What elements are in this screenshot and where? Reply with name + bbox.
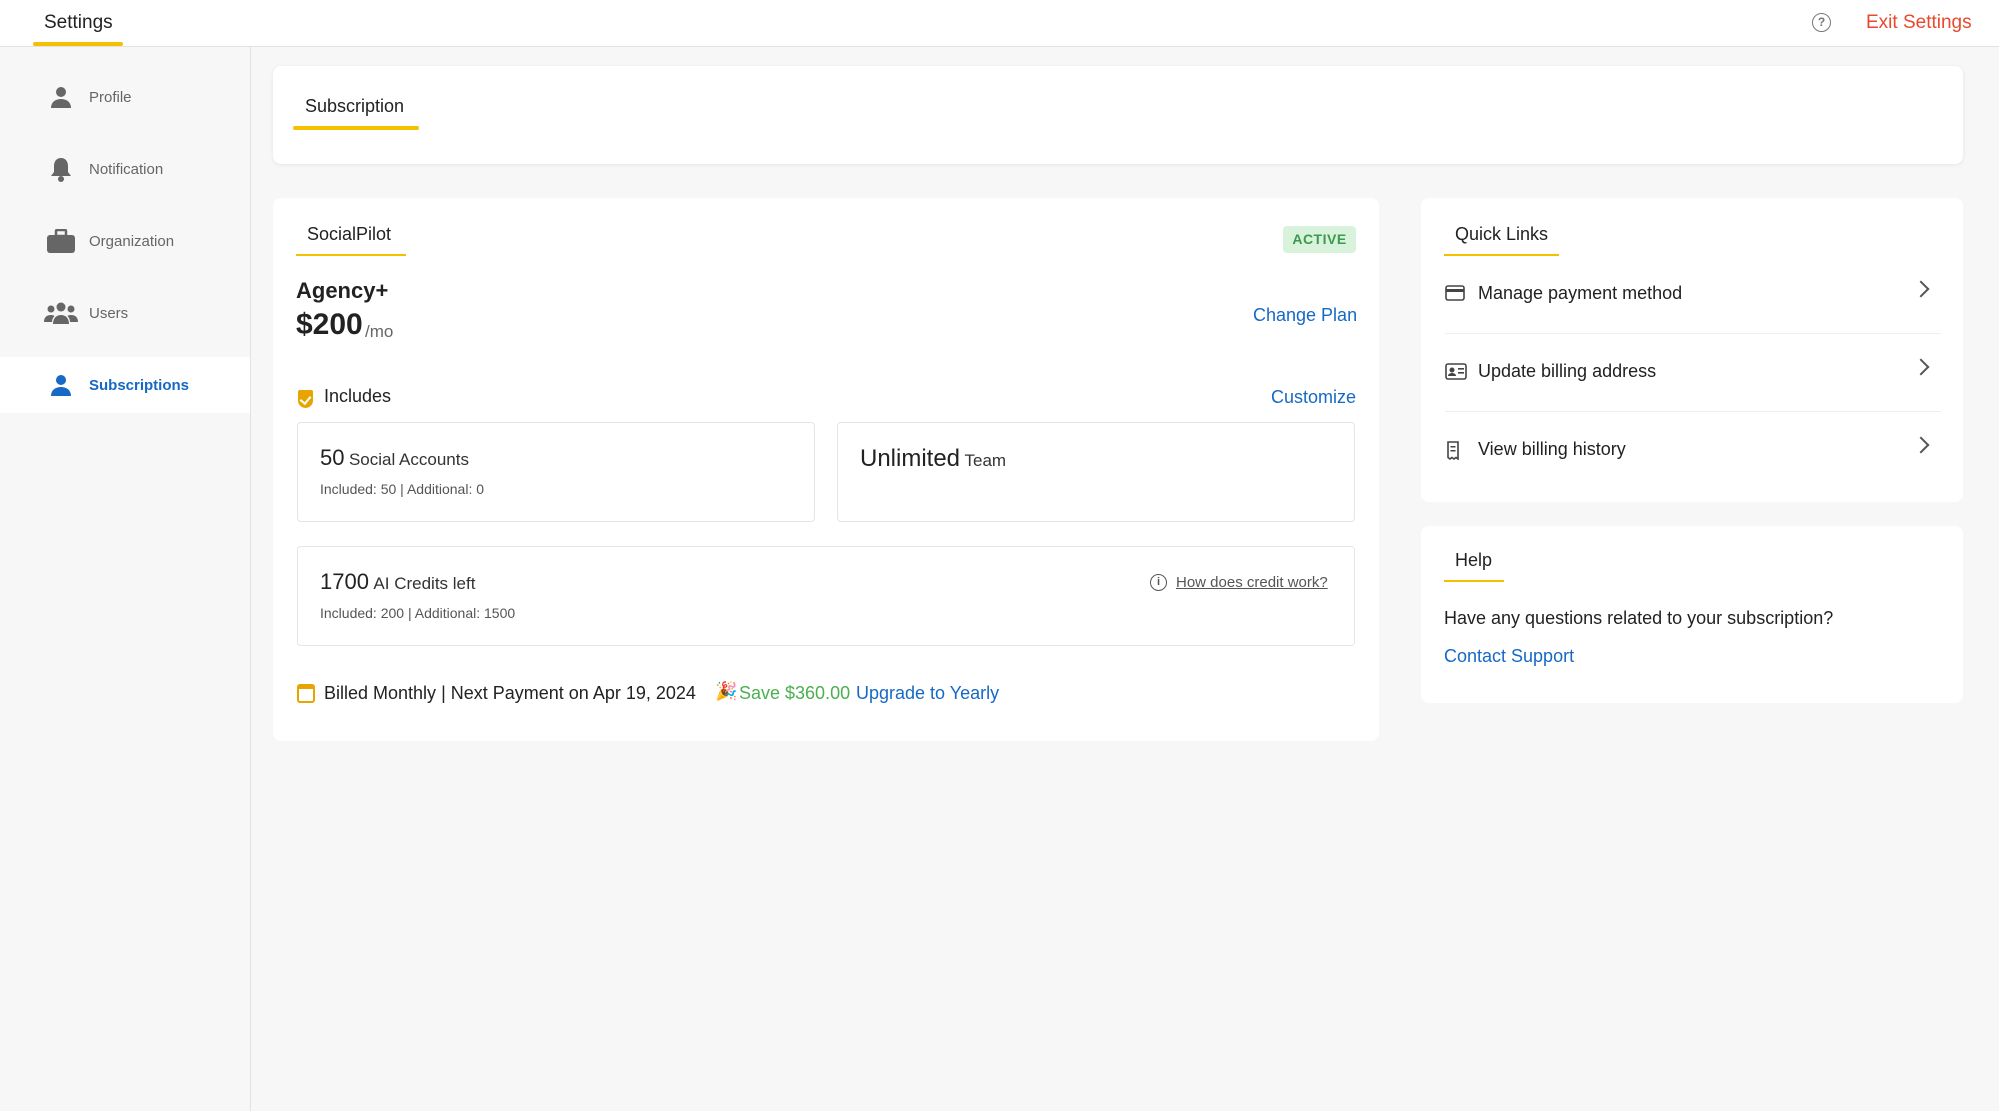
update-billing-address-link[interactable]: Update billing address — [1445, 334, 1941, 412]
tab-subscription[interactable]: Subscription — [305, 96, 404, 117]
calendar-icon — [297, 684, 315, 703]
sidebar: Profile Notification Organization Users … — [0, 47, 251, 1111]
bell-icon — [44, 154, 78, 184]
top-bar: Settings ? Exit Settings — [0, 0, 1999, 47]
quick-links-card: Quick Links Manage payment method Update… — [1421, 198, 1963, 502]
address-card-icon — [1445, 363, 1467, 381]
plan-provider-underline — [296, 254, 406, 256]
sidebar-item-subscriptions[interactable]: Subscriptions — [0, 357, 250, 413]
credit-help-link[interactable]: How does credit work? — [1176, 574, 1328, 591]
chevron-right-icon — [1912, 280, 1930, 298]
team-count: Unlimited — [860, 445, 961, 472]
sidebar-item-label: Notification — [89, 160, 164, 178]
sidebar-item-label: Organization — [89, 232, 175, 250]
team-box: Unlimited Team — [837, 422, 1355, 522]
briefcase-icon — [44, 226, 78, 256]
sidebar-item-label: Subscriptions — [89, 376, 190, 394]
team-label: Team — [964, 451, 1007, 470]
question-circle-icon[interactable]: ? — [1812, 13, 1831, 32]
manage-payment-link[interactable]: Manage payment method — [1445, 256, 1941, 334]
ai-credits-label: AI Credits left — [373, 574, 476, 593]
plan-provider: SocialPilot — [307, 224, 392, 244]
sidebar-item-profile[interactable]: Profile — [0, 69, 250, 125]
social-accounts-label: Social Accounts — [348, 450, 469, 469]
sidebar-item-label: Users — [89, 304, 129, 322]
billing-info: Billed Monthly | Next Payment on Apr 19,… — [324, 683, 696, 703]
plan-price: $200 — [296, 308, 363, 341]
party-popper-icon: 🎉 — [715, 681, 738, 701]
person-icon — [44, 82, 78, 112]
includes-label: Includes — [324, 386, 392, 406]
settings-title[interactable]: Settings — [44, 12, 113, 34]
ai-credits-count: 1700 — [320, 569, 369, 594]
social-accounts-count: 50 — [320, 445, 345, 470]
chevron-right-icon — [1912, 436, 1930, 454]
help-card: Help Have any questions related to your … — [1421, 526, 1963, 703]
settings-title-underline — [33, 42, 123, 46]
sidebar-item-users[interactable]: Users — [0, 285, 250, 341]
social-accounts-breakdown: Included: 50 | Additional: 0 — [320, 481, 485, 497]
person-icon — [44, 370, 78, 400]
help-question: Have any questions related to your subsc… — [1444, 608, 1834, 628]
help-title: Help — [1455, 550, 1493, 570]
tab-underline — [293, 126, 419, 130]
change-plan-link[interactable]: Change Plan — [1253, 305, 1357, 326]
sidebar-item-notification[interactable]: Notification — [0, 141, 250, 197]
plan-name: Agency+ — [296, 278, 389, 303]
ai-credits-box: 1700 AI Credits left Included: 200 | Add… — [297, 546, 1355, 646]
upgrade-yearly-link[interactable]: Upgrade to Yearly — [856, 683, 999, 704]
sidebar-item-label: Profile — [89, 88, 132, 106]
contact-support-link[interactable]: Contact Support — [1444, 646, 1574, 667]
users-icon — [44, 298, 78, 328]
ai-credits-breakdown: Included: 200 | Additional: 1500 — [320, 605, 516, 621]
credit-card-icon — [1445, 285, 1465, 303]
sidebar-item-organization[interactable]: Organization — [0, 213, 250, 269]
exit-settings-link[interactable]: Exit Settings — [1866, 12, 1972, 34]
plan-card: SocialPilot ACTIVE Agency+ $200 /mo Chan… — [273, 198, 1379, 741]
customize-link[interactable]: Customize — [1271, 387, 1356, 408]
receipt-icon — [1445, 441, 1465, 461]
help-title-underline — [1444, 580, 1504, 582]
tab-bar: Subscription — [273, 66, 1963, 164]
info-icon: i — [1150, 574, 1167, 591]
status-badge: ACTIVE — [1283, 226, 1356, 253]
quick-links-title: Quick Links — [1455, 224, 1549, 244]
social-accounts-box: 50 Social Accounts Included: 50 | Additi… — [297, 422, 815, 522]
plan-period: /mo — [365, 322, 394, 341]
shield-check-icon — [298, 390, 313, 408]
view-billing-history-link[interactable]: View billing history — [1445, 412, 1941, 490]
chevron-right-icon — [1912, 358, 1930, 376]
save-amount: Save $360.00 — [739, 683, 851, 703]
